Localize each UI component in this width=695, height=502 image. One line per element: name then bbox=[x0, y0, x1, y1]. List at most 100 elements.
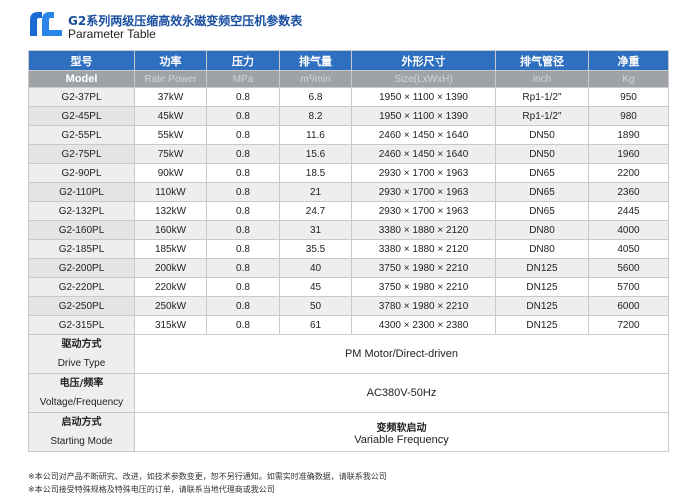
footnote: ※本公司接受特殊规格及特殊电压的订单，请联系当地代理商或我公司 bbox=[28, 485, 275, 494]
cell-size: 3780 × 1980 × 2210 bbox=[351, 296, 496, 316]
cell-size: 1950 × 1100 × 1390 bbox=[351, 87, 496, 107]
cell-weight: 4050 bbox=[588, 239, 669, 259]
table-row: G2-250PL 250kW 0.8 50 3780 × 1980 × 2210 DN12… bbox=[28, 296, 669, 316]
spec-label: 电压/频率 Voltage/Frequency bbox=[28, 373, 135, 413]
cell-air-delivery: 45 bbox=[279, 277, 352, 297]
cell-model: G2-185PL bbox=[28, 239, 135, 259]
spec-label-english: Drive Type bbox=[57, 358, 106, 369]
spec-value-english: AC380V-50Hz bbox=[366, 387, 437, 399]
spec-label-english: Starting Mode bbox=[50, 436, 113, 447]
cell-weight: 2360 bbox=[588, 182, 669, 202]
cell-air-delivery: 21 bbox=[279, 182, 352, 202]
col-subheader-model: Model bbox=[28, 70, 135, 88]
col-header-pressure: 压力 bbox=[206, 50, 280, 71]
cell-outlet: DN50 bbox=[495, 125, 589, 145]
cell-size: 3380 × 1880 × 2120 bbox=[351, 220, 496, 240]
cell-size: 4300 × 2300 × 2380 bbox=[351, 315, 496, 335]
title-english: Parameter Table bbox=[68, 27, 156, 41]
cell-power: 132kW bbox=[134, 201, 207, 221]
cell-power: 250kW bbox=[134, 296, 207, 316]
table-row: G2-132PL 132kW 0.8 24.7 2930 × 1700 × 1963 DN… bbox=[28, 201, 669, 221]
cell-power: 315kW bbox=[134, 315, 207, 335]
spec-value-english: PM Motor/Direct-driven bbox=[344, 348, 459, 360]
cell-weight: 5700 bbox=[588, 277, 669, 297]
spec-row: 驱动方式 Drive Type PM Motor/Direct-driven bbox=[28, 334, 669, 374]
cell-pressure: 0.8 bbox=[206, 182, 280, 202]
cell-air-delivery: 50 bbox=[279, 296, 352, 316]
col-header-weight: 净重 bbox=[588, 50, 669, 71]
spec-value: AC380V-50Hz bbox=[134, 373, 669, 413]
spec-value-english: Variable Frequency bbox=[354, 433, 449, 446]
cell-weight: 4000 bbox=[588, 220, 669, 240]
spec-value: 变频软启动 Variable Frequency bbox=[134, 412, 669, 452]
header-row-english: Model Rate Power MPa m³/min Size(LxWxH) … bbox=[28, 70, 669, 88]
cell-weight: 1890 bbox=[588, 125, 669, 145]
table-row: G2-75PL 75kW 0.8 15.6 2460 × 1450 × 1640 DN50… bbox=[28, 144, 669, 164]
spec-label: 驱动方式 Drive Type bbox=[28, 334, 135, 374]
cell-size: 2460 × 1450 × 1640 bbox=[351, 144, 496, 164]
cell-model: G2-220PL bbox=[28, 277, 135, 297]
cell-weight: 950 bbox=[588, 87, 669, 107]
cell-air-delivery: 40 bbox=[279, 258, 352, 278]
col-subheader-pressure: MPa bbox=[206, 70, 280, 88]
col-subheader-air-delivery: m³/min bbox=[279, 70, 352, 88]
cell-size: 1950 × 1100 × 1390 bbox=[351, 106, 496, 126]
cell-weight: 1960 bbox=[588, 144, 669, 164]
cell-outlet: Rp1-1/2" bbox=[495, 106, 589, 126]
cell-size: 3380 × 1880 × 2120 bbox=[351, 239, 496, 259]
cell-pressure: 0.8 bbox=[206, 87, 280, 107]
col-subheader-power: Rate Power bbox=[134, 70, 207, 88]
cell-model: G2-55PL bbox=[28, 125, 135, 145]
cell-outlet: DN50 bbox=[495, 144, 589, 164]
col-header-power: 功率 bbox=[134, 50, 207, 71]
col-subheader-weight: Kg bbox=[588, 70, 669, 88]
cell-size: 2930 × 1700 × 1963 bbox=[351, 182, 496, 202]
table-row: G2-55PL 55kW 0.8 11.6 2460 × 1450 × 1640 DN50… bbox=[28, 125, 669, 145]
table-row: G2-220PL 220kW 0.8 45 3750 × 1980 × 2210 DN12… bbox=[28, 277, 669, 297]
cell-size: 2930 × 1700 × 1963 bbox=[351, 163, 496, 183]
cell-outlet: DN80 bbox=[495, 239, 589, 259]
cell-size: 2460 × 1450 × 1640 bbox=[351, 125, 496, 145]
cell-power: 110kW bbox=[134, 182, 207, 202]
cell-pressure: 0.8 bbox=[206, 239, 280, 259]
cell-pressure: 0.8 bbox=[206, 296, 280, 316]
table-row: G2-185PL 185kW 0.8 35.5 3380 × 1880 × 2120 DN… bbox=[28, 239, 669, 259]
spec-label-english: Voltage/Frequency bbox=[39, 397, 124, 408]
cell-pressure: 0.8 bbox=[206, 258, 280, 278]
cell-model: G2-37PL bbox=[28, 87, 135, 107]
cell-outlet: DN65 bbox=[495, 163, 589, 183]
cell-air-delivery: 31 bbox=[279, 220, 352, 240]
cell-air-delivery: 18.5 bbox=[279, 163, 352, 183]
spec-body: 驱动方式 Drive Type PM Motor/Direct-driven 电压/频… bbox=[28, 334, 669, 452]
cell-weight: 980 bbox=[588, 106, 669, 126]
cell-weight: 2445 bbox=[588, 201, 669, 221]
table-row: G2-200PL 200kW 0.8 40 3750 × 1980 × 2210 DN12… bbox=[28, 258, 669, 278]
table-row: G2-90PL 90kW 0.8 18.5 2930 × 1700 × 1963 DN65… bbox=[28, 163, 669, 183]
cell-outlet: DN65 bbox=[495, 201, 589, 221]
cell-power: 220kW bbox=[134, 277, 207, 297]
cell-air-delivery: 8.2 bbox=[279, 106, 352, 126]
cell-model: G2-110PL bbox=[28, 182, 135, 202]
cell-air-delivery: 11.6 bbox=[279, 125, 352, 145]
table-row: G2-315PL 315kW 0.8 61 4300 × 2300 × 2380 DN12… bbox=[28, 315, 669, 335]
cell-model: G2-250PL bbox=[28, 296, 135, 316]
cell-pressure: 0.8 bbox=[206, 201, 280, 221]
cell-model: G2-200PL bbox=[28, 258, 135, 278]
cell-power: 185kW bbox=[134, 239, 207, 259]
table-row: G2-37PL 37kW 0.8 6.8 1950 × 1100 × 1390 Rp1-1… bbox=[28, 87, 669, 107]
cell-power: 55kW bbox=[134, 125, 207, 145]
cell-pressure: 0.8 bbox=[206, 163, 280, 183]
spec-label: 启动方式 Starting Mode bbox=[28, 412, 135, 452]
cell-weight: 7200 bbox=[588, 315, 669, 335]
cell-power: 90kW bbox=[134, 163, 207, 183]
spec-label-chinese: 电压/频率 bbox=[59, 378, 104, 389]
cell-power: 160kW bbox=[134, 220, 207, 240]
brand-logo-icon bbox=[30, 12, 62, 36]
cell-model: G2-45PL bbox=[28, 106, 135, 126]
cell-size: 3750 × 1980 × 2210 bbox=[351, 258, 496, 278]
cell-outlet: DN125 bbox=[495, 315, 589, 335]
cell-air-delivery: 61 bbox=[279, 315, 352, 335]
table-row: G2-160PL 160kW 0.8 31 3380 × 1880 × 2120 DN80… bbox=[28, 220, 669, 240]
header-row-chinese: 型号 功率 压力 排气量 外形尺寸 排气管径 净重 bbox=[28, 50, 669, 71]
cell-air-delivery: 24.7 bbox=[279, 201, 352, 221]
